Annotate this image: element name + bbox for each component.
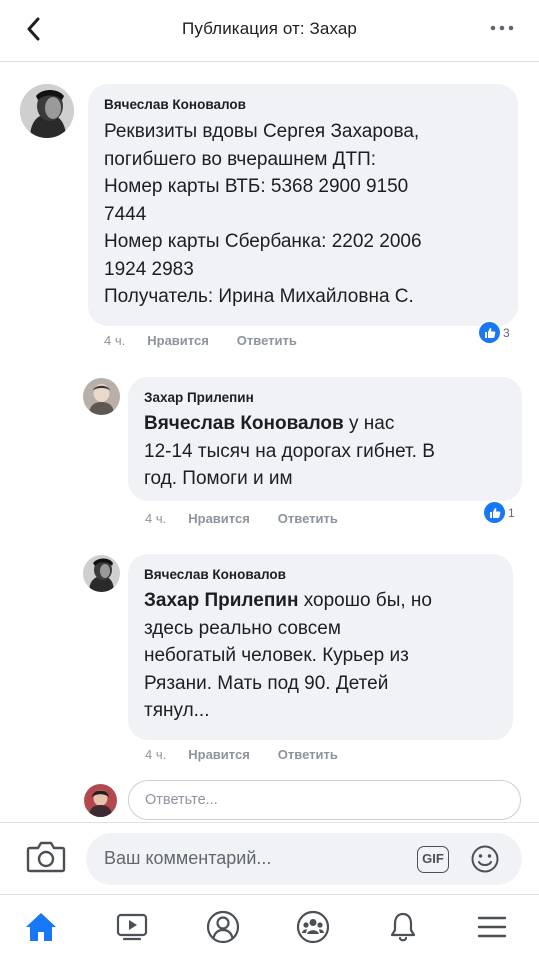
comment-line: год. Помоги и им — [144, 468, 293, 489]
comment-input-placeholder: Ваш комментарий... — [104, 848, 272, 868]
avatar-portrait — [83, 378, 120, 415]
avatar-portrait — [20, 84, 74, 138]
tab-groups[interactable] — [291, 907, 335, 947]
avatar-portrait — [83, 555, 120, 592]
reply-link[interactable]: Ответить — [278, 511, 338, 526]
comment-time: 4 ч. — [145, 747, 167, 762]
avatar[interactable] — [83, 378, 120, 415]
more-dots-icon — [490, 25, 514, 31]
comment-author[interactable]: Захар Прилепин — [144, 389, 506, 407]
tab-notifications[interactable] — [381, 907, 425, 947]
reaction-count: 1 — [508, 505, 515, 520]
comment-text: Реквизиты вдовы Сергея Захарова, погибше… — [104, 118, 502, 311]
home-icon — [26, 913, 56, 941]
comment-meta: 4 ч. Нравится Ответить — [104, 333, 325, 348]
comment-line: небогатый человек. Курьер из — [144, 645, 409, 666]
mention-link[interactable]: Вячеслав Коновалов — [144, 413, 344, 434]
profile-icon — [206, 910, 240, 944]
like-link[interactable]: Нравится — [147, 333, 209, 348]
comment-line: Номер карты Сбербанка: 2202 2006 — [104, 231, 422, 252]
reaction-summary[interactable]: 1 — [484, 502, 515, 523]
comment-line: Рязани. Мать под 90. Детей — [144, 672, 389, 694]
comment-input[interactable]: Ваш комментарий... GIF — [86, 833, 522, 885]
comment-line: здесь реально совсем — [144, 617, 341, 639]
menu-icon — [477, 916, 507, 938]
comment-line: тянул... — [144, 700, 210, 721]
tab-profile[interactable] — [201, 907, 245, 947]
avatar[interactable] — [83, 555, 120, 592]
tab-home[interactable] — [19, 907, 63, 947]
comment-bubble: Вячеслав Коновалов Реквизиты вдовы Серге… — [88, 84, 518, 326]
like-link[interactable]: Нравится — [188, 747, 250, 762]
comment-composer: Ваш комментарий... GIF — [0, 822, 539, 894]
comment-line: 12-14 тысяч на дорогах гибнет. В — [144, 440, 435, 462]
like-link[interactable]: Нравится — [188, 511, 250, 526]
groups-icon — [296, 910, 330, 944]
comment-line: Реквизиты вдовы Сергея Захарова, — [104, 121, 420, 142]
reply-input[interactable]: Ответьте... — [128, 780, 521, 820]
camera-button[interactable] — [26, 839, 66, 873]
comment-line-rest: у нас — [343, 413, 395, 434]
like-reaction-icon — [484, 502, 505, 523]
like-reaction-icon — [479, 322, 500, 343]
comment-line: Номер карты ВТБ: 5368 2900 9150 — [104, 176, 409, 197]
avatar-portrait — [84, 784, 117, 817]
comment-bubble: Вячеслав Коновалов Захар Прилепин хорошо… — [128, 554, 513, 740]
bottom-tab-bar — [0, 894, 539, 960]
tab-watch[interactable] — [110, 907, 154, 947]
emoji-button[interactable] — [470, 844, 500, 874]
avatar[interactable] — [20, 84, 74, 138]
mention-link[interactable]: Захар Прилепин — [144, 590, 298, 611]
camera-icon — [26, 841, 66, 873]
gif-button[interactable]: GIF — [417, 846, 449, 873]
comment-time: 4 ч. — [104, 333, 126, 348]
comment-text: Вячеслав Коновалов у нас 12-14 тысяч на … — [144, 410, 506, 493]
reply-link[interactable]: Ответить — [237, 333, 297, 348]
comment-line: 7444 — [104, 203, 147, 225]
comment-line: Захар Прилепин хорошо бы, но — [144, 587, 497, 615]
watch-icon — [116, 913, 148, 941]
bell-icon — [390, 912, 416, 942]
smiley-icon — [471, 845, 499, 873]
comment-line: Вячеслав Коновалов у нас — [144, 410, 506, 438]
reaction-count: 3 — [503, 325, 510, 340]
comment-line-rest: хорошо бы, но — [298, 590, 432, 611]
comment-meta: 4 ч. Нравится Ответить — [145, 747, 366, 762]
reply-link[interactable]: Ответить — [278, 747, 338, 762]
reaction-summary[interactable]: 3 — [479, 322, 510, 343]
comment-author[interactable]: Вячеслав Коновалов — [144, 566, 497, 584]
more-options-button[interactable] — [487, 18, 517, 38]
reply-row: Ответьте... — [84, 776, 524, 822]
comment-line: Получатель: Ирина Михайловна С. — [104, 286, 414, 307]
comment-line: 1924 2983 — [104, 258, 194, 280]
comment-text: Захар Прилепин хорошо бы, но здесь реаль… — [144, 587, 497, 725]
comment-bubble: Захар Прилепин Вячеслав Коновалов у нас … — [128, 377, 522, 501]
comment-author[interactable]: Вячеслав Коновалов — [104, 96, 502, 114]
comment-meta: 4 ч. Нравится Ответить — [145, 511, 366, 526]
current-user-avatar — [84, 784, 117, 817]
page-title: Публикация от: Захар — [182, 19, 357, 38]
comment-line: погибшего во вчерашнем ДТП: — [104, 148, 377, 170]
comment-time: 4 ч. — [145, 511, 167, 526]
tab-menu[interactable] — [470, 907, 514, 947]
header: Публикация от: Захар — [0, 0, 539, 62]
